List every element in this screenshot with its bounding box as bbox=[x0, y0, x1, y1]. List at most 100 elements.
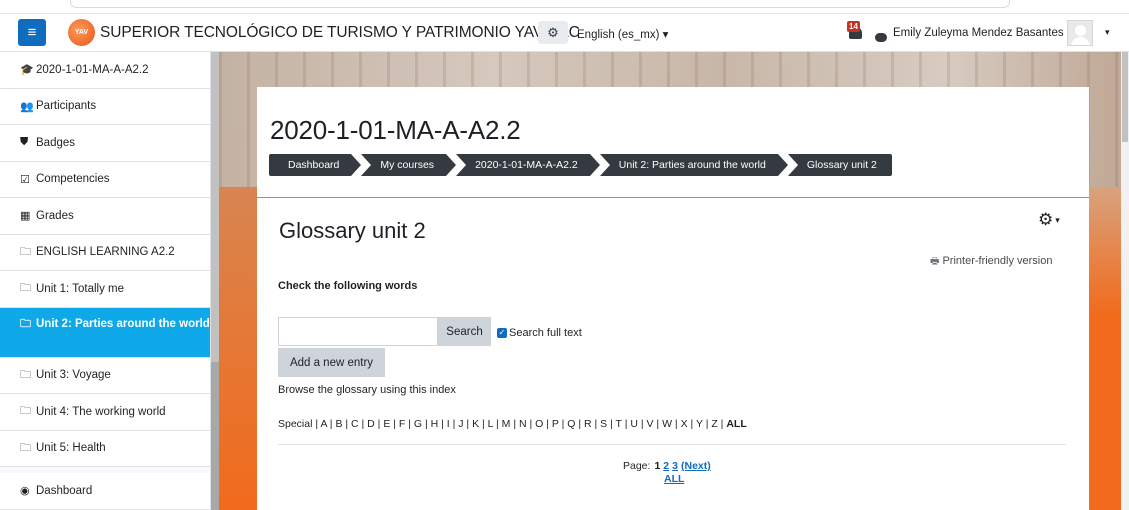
folder-icon: 🗀 bbox=[20, 317, 31, 330]
language-selector[interactable]: English (es_mx) ▾ bbox=[577, 27, 668, 41]
index-separator: | bbox=[672, 418, 681, 430]
index-separator: | bbox=[449, 418, 459, 430]
paging-label: Page: bbox=[623, 460, 651, 472]
index-separator: | bbox=[637, 418, 647, 430]
index-separator: | bbox=[607, 418, 616, 430]
sidebar-item[interactable]: 🗀 Unit 4: The working world bbox=[0, 394, 210, 431]
shield-icon: ⛊ bbox=[20, 136, 29, 149]
avatar-shoulders bbox=[1071, 37, 1090, 45]
sidebar-scrollbar-thumb[interactable] bbox=[211, 362, 219, 510]
index-separator: | bbox=[463, 418, 473, 430]
sidebar-item-label: Grades bbox=[36, 209, 74, 222]
index-separator: | bbox=[405, 418, 414, 430]
site-name-link[interactable]: SUPERIOR TECNOLÓGICO DE TURISMO Y PATRIM… bbox=[100, 24, 580, 42]
index-letter[interactable]: P bbox=[552, 418, 559, 430]
sidebar-item[interactable]: ⛊ Badges bbox=[0, 125, 210, 162]
page-title: 2020-1-01-MA-A-A2.2 bbox=[270, 115, 521, 145]
breadcrumb-item[interactable]: 2020-1-01-MA-A-A2.2 bbox=[456, 154, 600, 176]
address-pill bbox=[70, 0, 1010, 8]
breadcrumb-item[interactable]: Glossary unit 2 bbox=[787, 154, 892, 176]
page-scrollbar[interactable] bbox=[1121, 52, 1129, 510]
table-icon: ▦ bbox=[20, 210, 31, 223]
glossary-title: Glossary unit 2 bbox=[279, 218, 426, 243]
alphabet-index: Special | A | B | C | D | E | F | G | H … bbox=[278, 418, 747, 430]
index-letter[interactable]: V bbox=[647, 418, 654, 430]
browse-index-label: Browse the glossary using this index bbox=[278, 384, 456, 396]
chevron-down-icon: ▾ bbox=[1055, 215, 1060, 226]
index-separator: | bbox=[687, 418, 696, 430]
sidebar-item[interactable]: ▦ Grades bbox=[0, 198, 210, 235]
sidebar-item[interactable]: 🗀 Unit 2: Parties around the world bbox=[0, 307, 210, 358]
top-navbar: ≡ YAV SUPERIOR TECNOLÓGICO DE TURISMO Y … bbox=[0, 14, 1129, 52]
hamburger-menu-icon[interactable]: ≡ bbox=[18, 19, 46, 46]
index-separator: | bbox=[479, 418, 488, 430]
index-separator: | bbox=[358, 418, 368, 430]
full-text-checkbox[interactable]: ✓ bbox=[497, 328, 507, 338]
background-left bbox=[219, 187, 257, 510]
breadcrumb-item[interactable]: Unit 2: Parties around the world bbox=[599, 154, 788, 176]
page-scrollbar-thumb[interactable] bbox=[1122, 52, 1128, 142]
breadcrumb: Dashboard My courses 2020-1-01-MA-A-A2.2 Un… bbox=[269, 154, 892, 176]
index-letter[interactable]: R bbox=[584, 418, 592, 430]
sidebar-scrollbar[interactable] bbox=[211, 52, 219, 510]
sidebar-item[interactable]: 🎓 2020-1-01-MA-A-A2.2 bbox=[0, 52, 210, 89]
index-letter[interactable]: C bbox=[351, 418, 359, 430]
breadcrumb-item[interactable]: My courses bbox=[361, 154, 456, 176]
index-separator: | bbox=[438, 418, 447, 430]
sidebar-item-label: Unit 2: Parties around the world bbox=[36, 317, 210, 330]
full-text-label: Search full text bbox=[509, 327, 582, 339]
notification-bell-icon[interactable]: 14 bbox=[847, 21, 865, 43]
divider bbox=[278, 444, 1066, 445]
paging-next-link[interactable]: (Next) bbox=[681, 460, 711, 472]
sidebar-item[interactable]: ◉ Dashboard bbox=[0, 473, 210, 510]
index-separator: | bbox=[526, 418, 536, 430]
search-input[interactable] bbox=[278, 317, 438, 346]
index-letter[interactable]: G bbox=[414, 418, 422, 430]
paging-current: 1 bbox=[654, 460, 661, 472]
settings-gear-icon[interactable]: ⚙ ▾ bbox=[1038, 210, 1060, 230]
gears-icon[interactable]: ⚙ bbox=[538, 21, 568, 44]
avatar[interactable] bbox=[1067, 20, 1093, 46]
sidebar-item[interactable]: 👥 Participants bbox=[0, 88, 210, 125]
index-separator: | bbox=[510, 418, 519, 430]
sidebar-item[interactable]: 🗀 Unit 1: Totally me bbox=[0, 271, 210, 308]
index-letter[interactable]: N bbox=[519, 418, 527, 430]
index-letter[interactable]: W bbox=[662, 418, 672, 430]
sidebar-item[interactable]: 🗀 ENGLISH LEARNING A2.2 bbox=[0, 234, 210, 271]
printer-friendly-link[interactable]: 🖶 Printer-friendly version bbox=[930, 254, 1053, 271]
user-menu-caret-icon[interactable]: ▾ bbox=[1105, 27, 1110, 38]
message-bubble-icon[interactable] bbox=[875, 33, 887, 42]
sidebar-item[interactable]: ☑ Competencies bbox=[0, 161, 210, 198]
paging-all-link[interactable]: ALL bbox=[664, 473, 684, 485]
sidebar-item[interactable]: 🗀 Unit 3: Voyage bbox=[0, 357, 210, 394]
sidebar-item-label: Participants bbox=[36, 100, 97, 113]
index-separator: | bbox=[422, 418, 431, 430]
full-text-option[interactable]: ✓ Search full text bbox=[497, 327, 582, 339]
folder-icon: 🗀 bbox=[20, 282, 31, 295]
printer-icon: 🖶 bbox=[930, 256, 940, 267]
index-all[interactable]: ALL bbox=[726, 418, 746, 430]
index-letter[interactable]: X bbox=[681, 418, 688, 430]
index-separator: | bbox=[342, 418, 352, 430]
glossary-content: Glossary unit 2 ⚙ ▾ 🖶 Printer-friendly ver… bbox=[257, 198, 1089, 510]
sidebar-item[interactable]: 🗀 Unit 5: Health bbox=[0, 430, 210, 467]
add-entry-button[interactable]: Add a new entry bbox=[278, 348, 385, 377]
index-separator: | bbox=[543, 418, 552, 430]
user-name[interactable]: Emily Zuleyma Mendez Basantes bbox=[893, 27, 1064, 39]
sidebar-item-label: Unit 1: Totally me bbox=[36, 282, 124, 295]
paging-page-link[interactable]: 3 bbox=[672, 460, 678, 472]
folder-icon: 🗀 bbox=[20, 245, 31, 258]
sidebar-item-label: 2020-1-01-MA-A-A2.2 bbox=[36, 63, 149, 76]
users-icon: 👥 bbox=[20, 100, 34, 113]
index-letter[interactable]: Y bbox=[696, 418, 703, 430]
breadcrumb-item[interactable]: Dashboard bbox=[269, 154, 362, 176]
graduation-cap-icon: 🎓 bbox=[20, 64, 34, 77]
index-letter[interactable]: D bbox=[367, 418, 375, 430]
index-letter[interactable]: U bbox=[630, 418, 638, 430]
paging-page-link[interactable]: 2 bbox=[663, 460, 669, 472]
page-header: 2020-1-01-MA-A-A2.2 Dashboard My courses 2… bbox=[257, 87, 1089, 197]
index-special[interactable]: Special bbox=[278, 418, 312, 430]
search-button[interactable]: Search bbox=[438, 317, 491, 346]
paging-bar: Page: 1 2 3 (Next) bbox=[623, 460, 711, 472]
site-logo[interactable]: YAV bbox=[68, 19, 95, 46]
